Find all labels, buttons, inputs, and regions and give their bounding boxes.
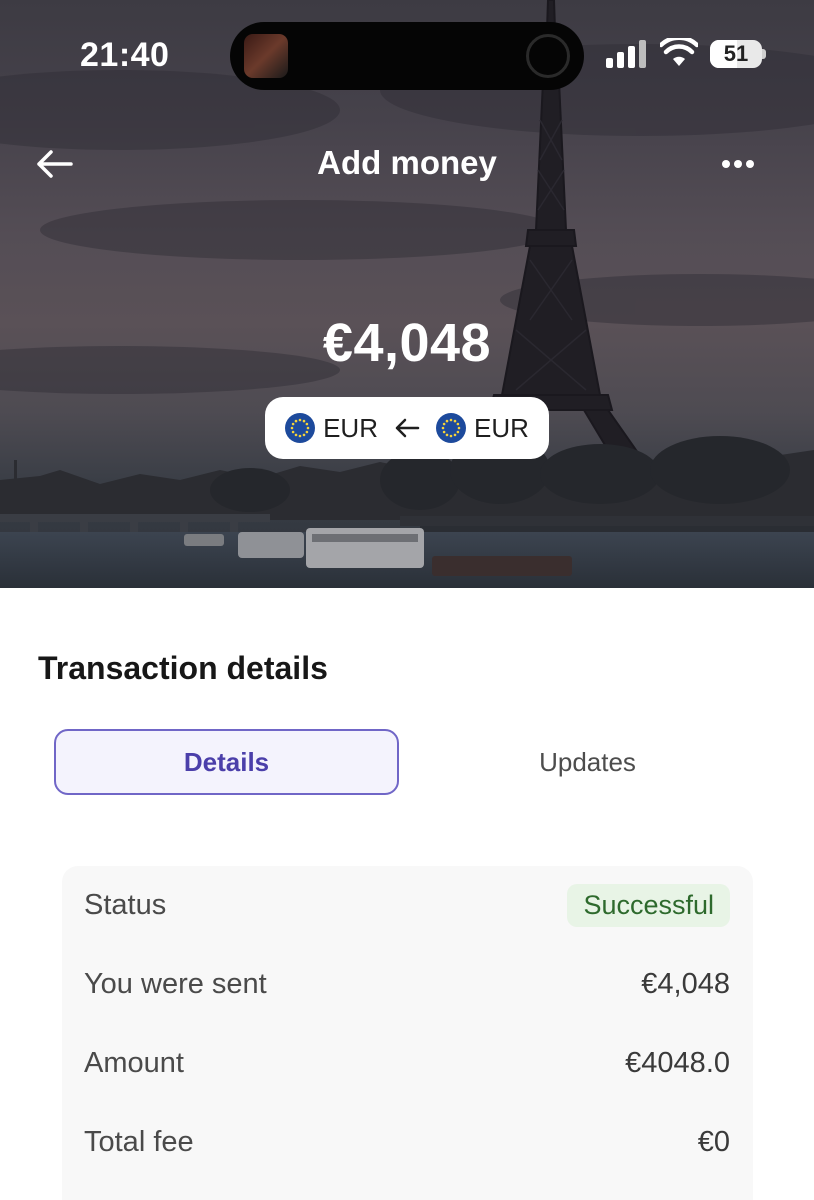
to-currency: EUR <box>285 413 378 444</box>
hero-banner: 21:40 51 Add money €4,048 EUR EUR <box>0 0 814 588</box>
signal-icon <box>606 40 646 68</box>
battery-percentage: 51 <box>723 41 749 66</box>
dynamic-island <box>230 22 584 90</box>
camera-ring-icon <box>526 34 570 78</box>
status-time: 21:40 <box>80 36 170 74</box>
eu-flag-icon <box>436 413 466 443</box>
page-title: Add money <box>317 144 497 181</box>
eu-flag-icon <box>285 413 316 443</box>
battery-tip <box>762 49 766 59</box>
detail-row-sent: You were sent €4,048 <box>84 962 730 1006</box>
status-badge: Successful <box>567 883 730 927</box>
sent-value: €4,048 <box>641 967 730 1000</box>
wifi-icon <box>660 38 698 66</box>
detail-row-fee: Total fee €0 <box>84 1120 730 1164</box>
section-title: Transaction details <box>38 650 328 686</box>
more-options-button[interactable] <box>714 140 762 188</box>
from-currency-code: EUR <box>474 412 529 443</box>
battery-icon: 51 <box>710 40 766 68</box>
detail-row-status: Status Successful <box>84 883 730 927</box>
amount-value: €4048.0 <box>625 1046 730 1079</box>
arrow-left-icon <box>395 418 420 438</box>
tab-updates[interactable]: Updates <box>415 729 760 795</box>
tab-details[interactable]: Details <box>54 729 399 795</box>
detail-row-amount: Amount €4048.0 <box>84 1041 730 1085</box>
amount-label: Amount <box>84 1046 184 1079</box>
currency-pair: EUR EUR <box>265 397 549 459</box>
more-horizontal-icon <box>722 160 754 168</box>
sent-label: You were sent <box>84 967 267 1000</box>
from-currency: EUR <box>436 413 529 444</box>
fee-label: Total fee <box>84 1125 194 1158</box>
to-currency-code: EUR <box>323 412 378 443</box>
fee-value: €0 <box>697 1125 730 1158</box>
status-label: Status <box>84 888 167 921</box>
live-activity-thumbnail <box>244 34 288 78</box>
transaction-amount: €4,048 <box>322 313 492 373</box>
